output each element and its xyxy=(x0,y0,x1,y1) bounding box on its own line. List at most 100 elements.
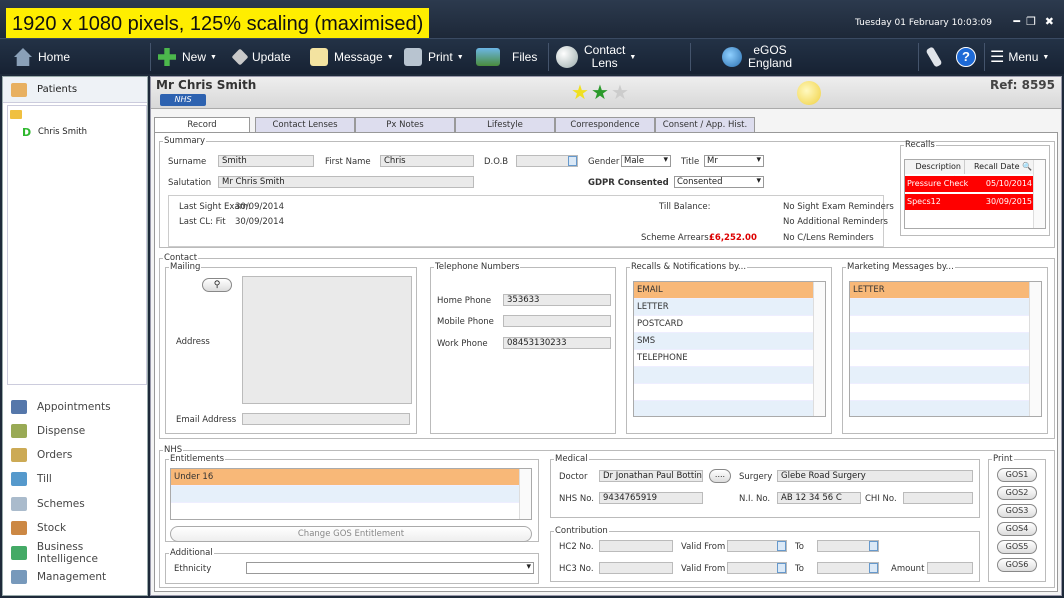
doctor-field[interactable]: Dr Jonathan Paul Botting xyxy=(599,470,703,482)
gdpr-select[interactable]: Consented xyxy=(674,176,764,188)
amount-field[interactable] xyxy=(927,562,973,574)
list-item[interactable]: EMAIL xyxy=(634,282,825,299)
status-orb-icon xyxy=(797,81,821,105)
list-item[interactable]: LETTER xyxy=(850,282,1041,299)
tab-lifestyle[interactable]: Lifestyle xyxy=(455,117,555,132)
files-button[interactable]: Files xyxy=(476,39,537,75)
firstname-field[interactable]: Chris xyxy=(380,155,474,167)
address-field[interactable] xyxy=(242,276,412,404)
list-item[interactable]: TELEPHONE xyxy=(634,350,825,367)
email-field[interactable] xyxy=(242,413,410,425)
summary-legend: Summary xyxy=(164,136,206,146)
recall-row[interactable]: Specs12 30/09/2015 xyxy=(905,194,1035,210)
hc3-field[interactable] xyxy=(599,562,673,574)
tab-contact-lenses[interactable]: Contact Lenses xyxy=(255,117,355,132)
entitlements-scrollbar[interactable] xyxy=(519,469,531,519)
patients-nav-item[interactable]: Patients xyxy=(3,77,147,103)
contact-lens-button[interactable]: Contact Lens ▼ xyxy=(556,39,636,75)
tab-record[interactable]: Record xyxy=(154,117,250,133)
salutation-label: Salutation xyxy=(168,178,212,188)
star-icon: ★ xyxy=(591,80,609,104)
address-search-button[interactable]: ⚲ xyxy=(202,278,232,292)
chi-no-field[interactable] xyxy=(903,492,973,504)
recalls-legend: Recalls xyxy=(905,140,935,150)
nav-dispense[interactable]: Dispense xyxy=(11,420,147,442)
list-item xyxy=(171,486,531,503)
title-select[interactable]: Mr xyxy=(704,155,764,167)
hc2-field[interactable] xyxy=(599,540,673,552)
gos6-button[interactable]: GOS6 xyxy=(997,558,1037,572)
nav-label: Business Intelligence xyxy=(36,541,98,565)
minimize-icon[interactable]: ━ xyxy=(1013,15,1020,28)
surname-field[interactable]: Smith xyxy=(218,155,314,167)
list-item[interactable]: POSTCARD xyxy=(634,316,825,333)
tools-icon xyxy=(925,46,943,68)
restore-icon[interactable]: ❐ xyxy=(1026,15,1036,28)
list-item[interactable]: SMS xyxy=(634,333,825,350)
change-gos-entitlement-button[interactable]: Change GOS Entitlement xyxy=(170,526,532,542)
doctor-lookup-button[interactable]: .... xyxy=(709,469,731,483)
tab-px-notes[interactable]: Px Notes xyxy=(355,117,455,132)
tree-patient-item[interactable]: Chris Smith xyxy=(38,127,87,137)
patient-name: Mr Chris Smith xyxy=(156,78,257,92)
hc3-to-label: To xyxy=(795,564,804,574)
list-item[interactable]: LETTER xyxy=(634,299,825,316)
gos2-button[interactable]: GOS2 xyxy=(997,486,1037,500)
recall-notifications-scrollbar[interactable] xyxy=(813,282,825,416)
surgery-field[interactable]: Glebe Road Surgery xyxy=(777,470,973,482)
marketing-group: Marketing Messages by... LETTER xyxy=(842,262,1048,434)
telephone-group: Telephone Numbers Home Phone 353633 Mobi… xyxy=(430,262,616,434)
gender-select[interactable]: Male xyxy=(621,155,671,167)
calendar-icon[interactable] xyxy=(869,563,878,573)
nav-till[interactable]: Till xyxy=(11,468,147,490)
calendar-icon[interactable] xyxy=(869,541,878,551)
chart-icon xyxy=(11,546,27,560)
close-icon[interactable]: ✖ xyxy=(1045,15,1054,28)
salutation-field[interactable]: Mr Chris Smith xyxy=(218,176,474,188)
nav-business-intelligence[interactable]: Business Intelligence xyxy=(11,541,147,565)
message-button[interactable]: Message ▼ xyxy=(310,39,394,75)
calendar-icon[interactable] xyxy=(777,541,786,551)
tab-consent[interactable]: Consent / App. Hist. xyxy=(655,117,755,132)
ethnicity-select[interactable] xyxy=(246,562,534,574)
tools-button[interactable] xyxy=(925,39,944,75)
help-button[interactable]: ? xyxy=(956,39,976,75)
nhs-no-field[interactable]: 9434765919 xyxy=(599,492,703,504)
egos-button[interactable]: eGOS England xyxy=(722,39,792,75)
gos4-button[interactable]: GOS4 xyxy=(997,522,1037,536)
gos1-button[interactable]: GOS1 xyxy=(997,468,1037,482)
help-icon: ? xyxy=(956,47,976,67)
new-button[interactable]: New ▼ xyxy=(158,39,217,75)
marketing-legend: Marketing Messages by... xyxy=(847,262,954,272)
mobile-phone-label: Mobile Phone xyxy=(437,317,494,327)
recalls-scrollbar[interactable] xyxy=(1033,160,1045,228)
list-item[interactable]: Under 16 xyxy=(171,469,531,486)
recall-col-description[interactable]: Description 🔍 xyxy=(905,160,965,185)
menu-button[interactable]: ☰ Menu ▼ xyxy=(990,39,1049,75)
gos3-button[interactable]: GOS3 xyxy=(997,504,1037,518)
nav-appointments[interactable]: Appointments xyxy=(11,396,147,418)
nav-schemes[interactable]: Schemes xyxy=(11,493,147,515)
nav-management[interactable]: Management xyxy=(11,566,147,588)
home-button[interactable]: Home xyxy=(14,39,70,75)
contribution-legend: Contribution xyxy=(555,526,608,536)
mobile-phone-field[interactable] xyxy=(503,315,611,327)
tab-correspondence[interactable]: Correspondence xyxy=(555,117,655,132)
nav-stock[interactable]: Stock xyxy=(11,517,147,539)
list-item xyxy=(850,384,1041,401)
gos5-button[interactable]: GOS5 xyxy=(997,540,1037,554)
recall-row[interactable]: Pressure Check 05/10/2014 xyxy=(905,176,1035,192)
recall-desc: Specs12 xyxy=(907,197,941,206)
print-button[interactable]: Print ▼ xyxy=(404,39,464,75)
marketing-scrollbar[interactable] xyxy=(1029,282,1041,416)
nhs-no-label: NHS No. xyxy=(559,494,594,504)
ni-no-field[interactable]: AB 12 34 56 C xyxy=(777,492,861,504)
recall-col-date[interactable]: Recall Date 🔍 xyxy=(965,160,1035,174)
update-button[interactable]: Update xyxy=(231,39,291,75)
calendar-icon[interactable] xyxy=(777,563,786,573)
calendar-icon[interactable] xyxy=(568,156,577,166)
home-phone-field[interactable]: 353633 xyxy=(503,294,611,306)
work-phone-field[interactable]: 08453130233 xyxy=(503,337,611,349)
home-label: Home xyxy=(38,50,71,64)
nav-orders[interactable]: Orders xyxy=(11,444,147,466)
